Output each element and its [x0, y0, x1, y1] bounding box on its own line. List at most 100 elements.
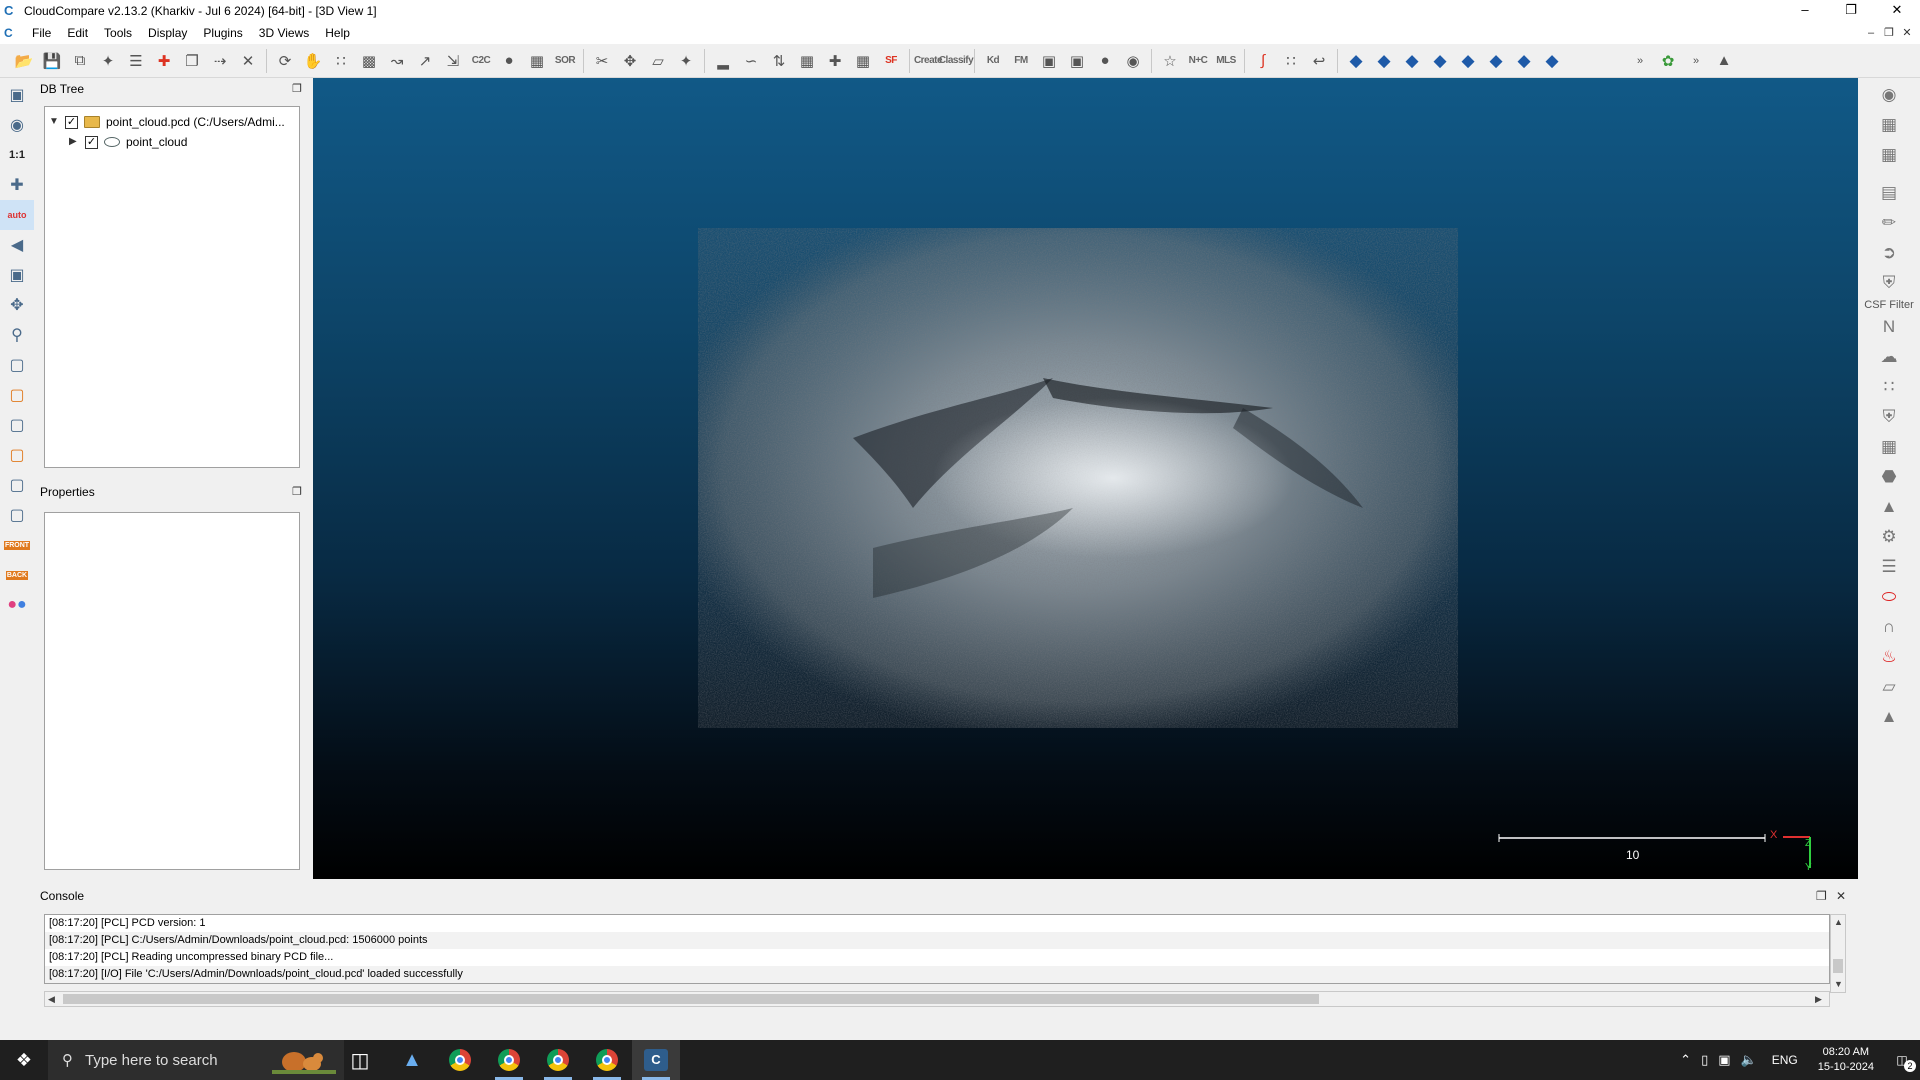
file-explorer-icon[interactable]: ▲ [388, 1040, 436, 1080]
canupo-create-button[interactable]: Create [914, 47, 943, 75]
restore-button[interactable]: ❐ [1828, 0, 1874, 22]
csf-filter-label[interactable]: CSF Filter [1858, 298, 1920, 312]
search-input[interactable] [85, 1051, 285, 1069]
cube-view-icon[interactable]: ▣ [0, 260, 34, 290]
stereo-icon[interactable]: ● ● [0, 590, 34, 620]
scroll-thumb[interactable] [1833, 959, 1843, 973]
cc-distance-icon[interactable]: C2C [467, 47, 495, 75]
python-icon[interactable]: ◆ [1342, 47, 1370, 75]
python-settings-icon[interactable]: ◆ [1482, 47, 1510, 75]
python-run-icon[interactable]: ◆ [1370, 47, 1398, 75]
gear-icon[interactable]: ⚙ [1858, 522, 1920, 552]
expand-right-icon[interactable]: ▶ [69, 137, 79, 147]
scroll-up-icon[interactable]: ▲ [1834, 917, 1843, 927]
histogram-icon[interactable]: ▂ [709, 47, 737, 75]
mdi-app-icon[interactable]: C [4, 26, 18, 40]
save-all-icon[interactable]: ⧉ [66, 47, 94, 75]
zoom-icon[interactable]: ⚲ [0, 320, 34, 350]
canupo-classify-button[interactable]: Classify [939, 47, 974, 75]
scalar-field-button[interactable]: SF [877, 47, 905, 75]
globe-icon[interactable]: ◉ [1119, 47, 1147, 75]
battery-icon[interactable]: ▯ [1701, 1052, 1708, 1068]
task-view-icon[interactable]: ◫ [336, 1040, 384, 1080]
north-arrow-icon[interactable]: N [1858, 312, 1920, 342]
taskbar-search[interactable]: ⚲ [48, 1040, 344, 1080]
translate-rotate-icon[interactable]: ⟳ [271, 47, 299, 75]
lasso-icon[interactable]: ∫ [1249, 47, 1277, 75]
python-gear-icon[interactable]: ◆ [1538, 47, 1566, 75]
colorful-plugin-icon[interactable]: ✿ [1654, 47, 1682, 75]
brush-icon[interactable]: ✏ [1858, 208, 1920, 238]
toolbar-overflow-icon[interactable]: » [1626, 47, 1654, 75]
pivot-center-icon[interactable]: ✚ [0, 170, 34, 200]
clock[interactable]: 08:20 AM 15-10-2024 [1818, 1045, 1874, 1075]
visibility-checkbox[interactable]: ✓ [65, 115, 78, 129]
col-plugin-icon[interactable]: ▦ [1858, 110, 1920, 140]
global-shift-icon[interactable]: ✦ [94, 47, 122, 75]
compass-needle-icon[interactable]: ➲ [1858, 238, 1920, 268]
perspective-icon[interactable]: ◀ [0, 230, 34, 260]
back-view-icon[interactable]: ▢ [0, 440, 34, 470]
save-icon[interactable]: 💾 [38, 47, 66, 75]
bottom-view-icon[interactable]: ▢ [0, 500, 34, 530]
left-view-icon[interactable]: ▢ [0, 410, 34, 440]
cross-section-icon[interactable]: ▩ [355, 47, 383, 75]
properties-panel[interactable] [44, 512, 300, 870]
float-panel-icon[interactable]: ❐ [292, 80, 302, 98]
iso-back-button[interactable]: BACK [0, 560, 34, 590]
shield-2-icon[interactable]: ⛨ [1858, 402, 1920, 432]
db-tree-panel[interactable]: ▼ ✓ point_cloud.pcd (C:/Users/Admi... ▶ … [44, 106, 300, 468]
menu-3d-views[interactable]: 3D Views [251, 22, 317, 44]
kdtree-button[interactable]: Kd [979, 47, 1007, 75]
clone-icon[interactable]: ❐ [178, 47, 206, 75]
mdi-minimize-button[interactable]: – [1862, 22, 1880, 44]
segment-icon[interactable]: ✋ [299, 47, 327, 75]
tunnel-icon[interactable]: ∩ [1858, 612, 1920, 642]
python-repl-icon[interactable]: ◆ [1510, 47, 1538, 75]
fast-marching-button[interactable]: FM [1007, 47, 1035, 75]
move-icon[interactable]: ✥ [616, 47, 644, 75]
shield-icon[interactable]: ⛨ [1858, 268, 1920, 298]
pcv-icon[interactable]: ▦ [1858, 432, 1920, 462]
scroll-left-icon[interactable]: ◀ [48, 994, 55, 1005]
mdi-restore-button[interactable]: ❐ [1880, 22, 1898, 44]
mls-button[interactable]: MLS [1212, 47, 1240, 75]
windows-start-icon[interactable]: ❖ [0, 1040, 48, 1080]
volume-icon[interactable]: ● [495, 47, 523, 75]
zoom-1-1-button[interactable]: 1:1 [0, 140, 34, 170]
expand-down-icon[interactable]: ▼ [49, 117, 59, 127]
layers-icon[interactable]: ☰ [1858, 552, 1920, 582]
minimize-button[interactable]: – [1782, 0, 1828, 22]
c2m-plugin-icon[interactable]: ▦ [1858, 140, 1920, 170]
list-icon[interactable]: ☰ [122, 47, 150, 75]
console-horizontal-scrollbar[interactable]: ◀ ▶ [44, 991, 1830, 1007]
python-info-icon[interactable]: ◆ [1398, 47, 1426, 75]
close-button[interactable]: ✕ [1874, 0, 1920, 22]
top-view-icon[interactable]: ▢ [0, 350, 34, 380]
camera-icon[interactable]: ◉ [0, 110, 34, 140]
mcp-icon[interactable]: ∷ [1858, 372, 1920, 402]
front-view-icon[interactable]: ▢ [0, 380, 34, 410]
rgb-plugin-icon[interactable]: ▲ [1858, 492, 1920, 522]
visibility-checkbox[interactable]: ✓ [85, 135, 98, 149]
scatter-icon[interactable]: ∷ [1277, 47, 1305, 75]
chrome-icon[interactable] [436, 1040, 484, 1080]
python-plugin-icon[interactable]: ◆ [1454, 47, 1482, 75]
tree-row-root[interactable]: ▼ ✓ point_cloud.pcd (C:/Users/Admi... [49, 113, 285, 131]
console-vertical-scrollbar[interactable]: ▲ ▼ [1830, 914, 1846, 993]
scroll-down-icon[interactable]: ▼ [1834, 979, 1843, 989]
min-max-icon[interactable]: ⇅ [765, 47, 793, 75]
plane-icon[interactable]: ▱ [644, 47, 672, 75]
fine-register-icon[interactable]: ↗ [411, 47, 439, 75]
delete-icon[interactable]: ✕ [234, 47, 262, 75]
box2-icon[interactable]: ▣ [1063, 47, 1091, 75]
ellipse-icon[interactable]: ⬭ [1858, 582, 1920, 612]
chrome-profile-3-icon[interactable] [534, 1040, 582, 1080]
notifications-icon[interactable]: ◫ 2 [1884, 1040, 1920, 1080]
fire-icon[interactable]: ♨ [1858, 642, 1920, 672]
export-icon[interactable]: ↩ [1305, 47, 1333, 75]
cloudcompare-taskbar-icon[interactable]: C [632, 1040, 680, 1080]
auto-pivot-button[interactable]: auto [0, 200, 34, 230]
compass-icon[interactable]: ◉ [1858, 80, 1920, 110]
distance-icon[interactable]: ⇲ [439, 47, 467, 75]
